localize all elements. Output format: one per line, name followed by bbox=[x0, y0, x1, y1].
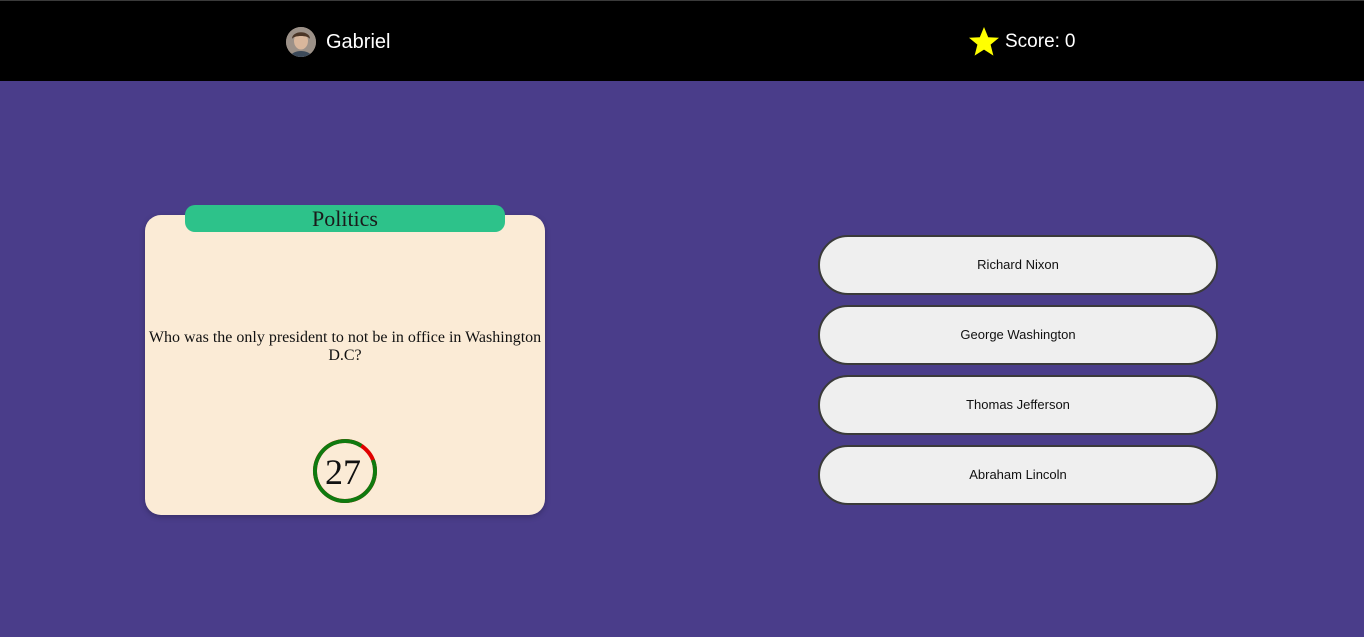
avatar bbox=[286, 27, 316, 57]
player-info: Gabriel bbox=[286, 26, 390, 58]
top-bar: Gabriel Score: 0 bbox=[0, 0, 1364, 81]
answer-button[interactable]: Richard Nixon bbox=[818, 235, 1218, 295]
countdown-timer: 27 bbox=[312, 438, 378, 504]
score-label: Score: bbox=[1005, 31, 1060, 52]
score-display: Score: 0 bbox=[968, 26, 1076, 58]
star-icon bbox=[969, 27, 999, 56]
question-card: Politics Who was the only president to n… bbox=[145, 205, 545, 515]
timer-value: 27 bbox=[325, 452, 361, 492]
answer-button[interactable]: George Washington bbox=[818, 305, 1218, 365]
answer-button[interactable]: Abraham Lincoln bbox=[818, 445, 1218, 505]
answer-button[interactable]: Thomas Jefferson bbox=[818, 375, 1218, 435]
player-name: Gabriel bbox=[326, 30, 391, 53]
question-text: Who was the only president to not be in … bbox=[148, 329, 542, 364]
score-value: 0 bbox=[1064, 31, 1076, 52]
category-label: Politics bbox=[185, 205, 505, 232]
